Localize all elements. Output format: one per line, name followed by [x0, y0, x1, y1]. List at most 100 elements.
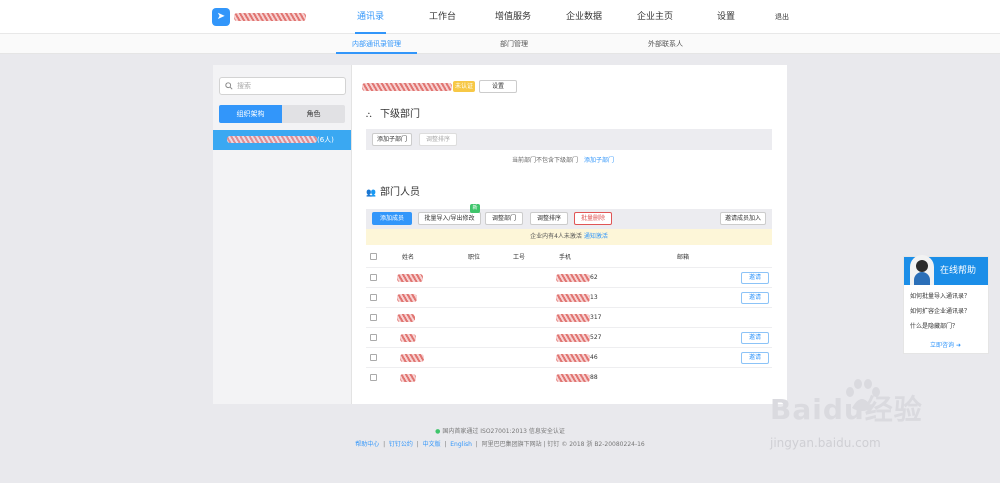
member-name-redacted [397, 274, 423, 282]
org-tree-icon: ⛬ [366, 110, 372, 119]
tab-role[interactable]: 角色 [282, 105, 345, 123]
phone-suffix: 46 [590, 354, 598, 361]
subnav-dept-management[interactable]: 部门管理 [500, 34, 528, 54]
subnav-internal-contacts[interactable]: 内部通讯录管理 [336, 34, 417, 54]
table-row[interactable]: 88 [366, 367, 772, 387]
org-sidebar: 搜索 组织架构 角色 (6人) [213, 65, 352, 404]
help-title: 在线帮助 [940, 266, 977, 276]
dept-title-redacted [362, 83, 452, 91]
invite-button[interactable]: 邀请 [741, 272, 769, 284]
search-input[interactable]: 搜索 [219, 77, 346, 95]
footer-link-english[interactable]: English [450, 441, 472, 448]
member-name-redacted [400, 374, 416, 382]
col-phone: 手机 [559, 254, 572, 261]
import-export-button[interactable]: 批量导入/导出修改 [418, 212, 481, 225]
dept-name-redacted [227, 136, 317, 143]
help-question-hidden-dept[interactable]: 什么是隐藏部门？ [910, 321, 958, 330]
table-row[interactable]: 46 邀请 [366, 347, 772, 367]
col-email: 邮箱 [677, 254, 690, 261]
phone-suffix: 88 [590, 374, 598, 381]
add-sub-dept-link[interactable]: 添加子部门 [584, 157, 614, 164]
shield-check-icon: ● [435, 428, 441, 435]
row-checkbox[interactable] [370, 314, 377, 321]
phone-suffix: 527 [590, 334, 602, 341]
phone-suffix: 317 [590, 314, 602, 321]
online-help-widget: 在线帮助 如何批量导入通讯录？ 如何扩容企业通讯录？ 什么是隐藏部门？ 立即咨询… [903, 255, 989, 354]
watermark-main-text: Baidu经验 [770, 393, 923, 426]
col-name: 姓名 [402, 254, 415, 261]
phone-redacted [556, 314, 590, 322]
nav-settings[interactable]: 设置 [717, 0, 735, 34]
nav-enterprise-data[interactable]: 企业数据 [566, 0, 602, 34]
watermark-url: jingyan.baidu.com [770, 436, 881, 450]
add-member-button[interactable]: 添加成员 [372, 212, 412, 225]
footer-link-help[interactable]: 帮助中心 [355, 441, 379, 448]
row-checkbox[interactable] [370, 374, 377, 381]
row-checkbox[interactable] [370, 274, 377, 281]
phone-suffix: 13 [590, 294, 598, 301]
footer-link-convention[interactable]: 钉钉公约 [389, 441, 413, 448]
invite-button[interactable]: 邀请 [741, 292, 769, 304]
adjust-order-button[interactable]: 调整排序 [419, 133, 457, 146]
col-title: 职位 [468, 254, 481, 261]
nav-enterprise-home[interactable]: 企业主页 [637, 0, 673, 34]
arrow-right-icon: ➜ [955, 342, 961, 349]
main-panel: 未认证 设置 ⛬ 下级部门 添加子部门 调整排序 当前部门不包含下级部门 添加子部门… [352, 65, 787, 404]
member-name-redacted [397, 294, 417, 302]
logout-link[interactable]: 退出 [775, 0, 789, 34]
phone-redacted [556, 354, 590, 362]
new-badge: 新 [470, 204, 480, 213]
adjust-dept-button[interactable]: 调整部门 [485, 212, 523, 225]
batch-delete-button[interactable]: 批量删除 [574, 212, 612, 225]
select-all-checkbox[interactable] [370, 253, 377, 260]
users-icon: 👥 [366, 188, 376, 197]
sub-dept-heading: ⛬ 下级部门 [366, 109, 420, 120]
help-question-expand[interactable]: 如何扩容企业通讯录？ [910, 306, 970, 315]
phone-redacted [556, 334, 590, 342]
phone-redacted [556, 294, 590, 302]
adjust-member-order-button[interactable]: 调整排序 [530, 212, 568, 225]
consult-now-link[interactable]: 立即咨询 ➜ [930, 340, 961, 349]
tab-org-structure[interactable]: 组织架构 [219, 105, 282, 123]
nav-value-added-services[interactable]: 增值服务 [495, 0, 531, 34]
top-navbar: ➤ 通讯录 工作台 增值服务 企业数据 企业主页 设置 退出 [0, 0, 1000, 34]
table-row[interactable]: 13 邀请 [366, 287, 772, 307]
invite-button[interactable]: 邀请 [741, 332, 769, 344]
footer-link-chinese[interactable]: 中文版 [423, 441, 441, 448]
member-name-redacted [400, 334, 416, 342]
table-row[interactable]: 317 [366, 307, 772, 327]
help-question-import[interactable]: 如何批量导入通讯录？ [910, 291, 970, 300]
support-avatar [910, 255, 934, 285]
row-checkbox[interactable] [370, 354, 377, 361]
dept-settings-button[interactable]: 设置 [479, 80, 517, 93]
dingtalk-logo-icon[interactable]: ➤ [212, 8, 230, 26]
phone-redacted [556, 274, 590, 282]
members-table-header: 姓名 职位 工号 手机 邮箱 [366, 250, 772, 265]
member-name-redacted [397, 314, 415, 322]
sidebar-item-selected-dept[interactable]: (6人) [213, 130, 351, 150]
invite-join-button[interactable]: 邀请成员加入 [720, 212, 766, 225]
col-employee-id: 工号 [513, 254, 526, 261]
row-checkbox[interactable] [370, 334, 377, 341]
empty-sub-dept-text: 当前部门不包含下级部门 添加子部门 [512, 157, 615, 164]
table-row[interactable]: 527 邀请 [366, 327, 772, 347]
footer-copyright: 阿里巴巴集团旗下网站 | 钉钉 © 2018 浙 B2-20080224-16 [481, 441, 645, 448]
subnav-external-contacts[interactable]: 外部联系人 [648, 34, 683, 54]
phone-suffix: 62 [590, 274, 598, 281]
nav-contacts[interactable]: 通讯录 [354, 0, 387, 34]
member-name-redacted [400, 354, 424, 362]
members-heading: 👥 部门人员 [366, 187, 420, 198]
add-sub-dept-button[interactable]: 添加子部门 [372, 133, 412, 146]
notify-activate-link[interactable]: 通知激活 [584, 233, 608, 240]
row-checkbox[interactable] [370, 294, 377, 301]
table-row[interactable]: 62 邀请 [366, 267, 772, 287]
sub-navbar: 内部通讯录管理 部门管理 外部联系人 [0, 34, 1000, 54]
invite-button[interactable]: 邀请 [741, 352, 769, 364]
dept-member-count: (6人) [317, 136, 334, 144]
search-placeholder: 搜索 [237, 82, 251, 90]
status-badge: 未认证 [453, 81, 476, 92]
help-header[interactable]: 在线帮助 [904, 255, 988, 285]
nav-workbench[interactable]: 工作台 [429, 0, 456, 34]
inactive-notice: 企业内有4人未激活 通知激活 [366, 229, 772, 245]
baidu-watermark: Baidu经验 jingyan.baidu.com [770, 378, 985, 458]
